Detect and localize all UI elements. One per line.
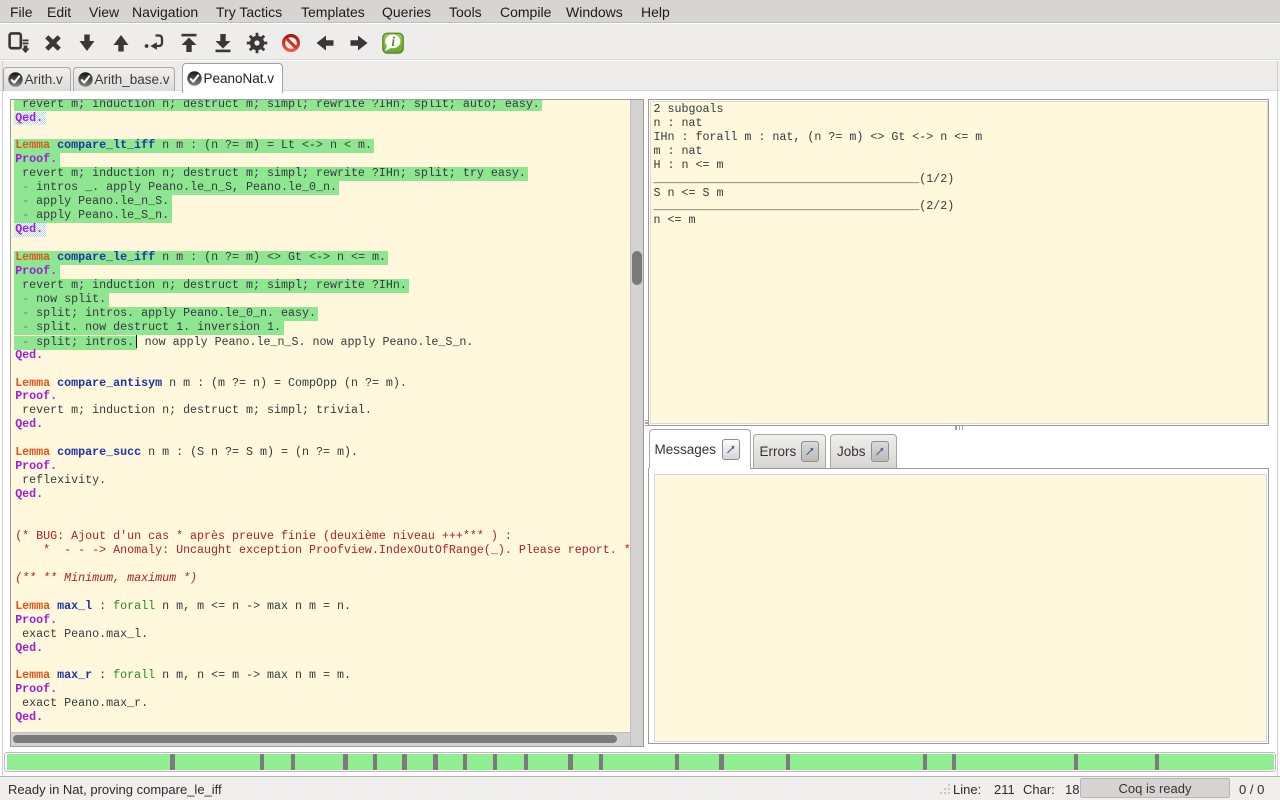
svg-text:i: i	[391, 34, 395, 49]
